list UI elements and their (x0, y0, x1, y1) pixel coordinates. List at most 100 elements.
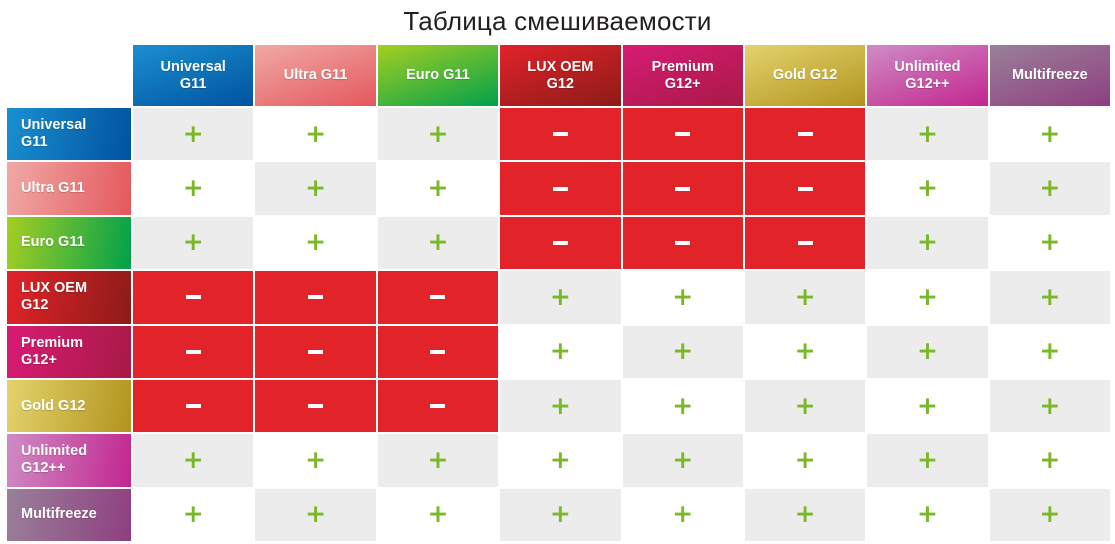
cell-euro-g11-x-premium-g12-plus (622, 216, 743, 270)
cell-euro-g11-x-universal-g11: + (133, 216, 254, 270)
compatible-plus-icon: + (549, 336, 571, 366)
cell-gold-g12-x-euro-g11 (377, 379, 499, 433)
page-title: Таблица смешиваемости (403, 6, 712, 36)
compatible-plus-icon: + (305, 173, 327, 203)
compatibility-table-page: Таблица смешиваемости Universal G11 Ultra… (0, 0, 1115, 544)
cell-multifreeze-x-lux-oem-g12: + (500, 488, 621, 541)
cell-premium-g12-plus-x-ultra-g11 (255, 325, 376, 378)
incompatible-minus-icon (308, 295, 324, 300)
row-header-unlimited-g12-plusplus: Unlimited G12++ (7, 434, 131, 487)
compatible-plus-icon: + (549, 281, 571, 311)
cell-universal-g11-x-euro-g11: + (377, 108, 499, 161)
compatible-plus-icon: + (1039, 444, 1061, 474)
cell-universal-g11-x-lux-oem-g12 (500, 108, 621, 161)
cell-lux-oem-g12-x-gold-g12: + (744, 271, 866, 324)
compatible-plus-icon: + (427, 444, 449, 474)
cell-universal-g11-x-premium-g12-plus (622, 108, 743, 161)
compatible-plus-icon: + (672, 336, 694, 366)
cell-unlimited-g12-plusplus-x-multifreeze: + (989, 434, 1110, 487)
cell-premium-g12-plus-x-unlimited-g12-plusplus: + (867, 325, 988, 378)
cell-gold-g12-x-premium-g12-plus: + (622, 379, 743, 433)
compatible-plus-icon: + (1039, 118, 1061, 148)
incompatible-minus-icon (430, 295, 446, 300)
cell-multifreeze-x-premium-g12-plus: + (622, 488, 743, 541)
compatible-plus-icon: + (427, 227, 449, 257)
cell-euro-g11-x-ultra-g11: + (255, 216, 376, 270)
column-header-lux-oem-g12: LUX OEM G12 (500, 45, 621, 106)
incompatible-minus-icon (185, 404, 201, 409)
cell-euro-g11-x-unlimited-g12-plusplus: + (867, 216, 988, 270)
compatible-plus-icon: + (427, 173, 449, 203)
compatible-plus-icon: + (1039, 336, 1061, 366)
compatible-plus-icon: + (794, 390, 816, 420)
incompatible-minus-icon (797, 240, 813, 245)
row-header-premium-g12-plus: Premium G12+ (7, 325, 131, 378)
cell-euro-g11-x-lux-oem-g12 (500, 216, 621, 270)
incompatible-minus-icon (185, 349, 201, 354)
compatible-plus-icon: + (1039, 281, 1061, 311)
cell-unlimited-g12-plusplus-x-gold-g12: + (744, 434, 866, 487)
row-header-ultra-g11: Ultra G11 (7, 162, 131, 215)
cell-gold-g12-x-universal-g11 (133, 379, 254, 433)
compatible-plus-icon: + (916, 444, 938, 474)
compatible-plus-icon: + (916, 390, 938, 420)
cell-ultra-g11-x-multifreeze: + (989, 162, 1110, 215)
compatible-plus-icon: + (305, 444, 327, 474)
cell-premium-g12-plus-x-euro-g11 (377, 325, 499, 378)
compatible-plus-icon: + (794, 336, 816, 366)
compatible-plus-icon: + (916, 499, 938, 529)
compatibility-matrix: Universal G11 Ultra G11 Euro G11 LUX OEM G1… (7, 45, 1110, 541)
cell-premium-g12-plus-x-gold-g12: + (744, 325, 866, 378)
incompatible-minus-icon (552, 240, 568, 245)
cell-gold-g12-x-multifreeze: + (989, 379, 1110, 433)
row-header-lux-oem-g12: LUX OEM G12 (7, 271, 131, 324)
compatible-plus-icon: + (305, 118, 327, 148)
incompatible-minus-icon (552, 186, 568, 191)
compatible-plus-icon: + (672, 390, 694, 420)
compatible-plus-icon: + (549, 390, 571, 420)
cell-lux-oem-g12-x-lux-oem-g12: + (500, 271, 621, 324)
column-header-gold-g12: Gold G12 (744, 45, 866, 106)
cell-ultra-g11-x-universal-g11: + (133, 162, 254, 215)
compatible-plus-icon: + (182, 118, 204, 148)
cell-ultra-g11-x-premium-g12-plus (622, 162, 743, 215)
cell-universal-g11-x-ultra-g11: + (255, 108, 376, 161)
cell-euro-g11-x-euro-g11: + (377, 216, 499, 270)
column-header-universal-g11: Universal G11 (133, 45, 254, 106)
row-header-universal-g11: Universal G11 (7, 108, 131, 161)
row-header-multifreeze: Multifreeze (7, 488, 131, 541)
cell-ultra-g11-x-gold-g12 (744, 162, 866, 215)
cell-lux-oem-g12-x-ultra-g11 (255, 271, 376, 324)
matrix-corner (7, 45, 131, 106)
compatible-plus-icon: + (794, 444, 816, 474)
compatible-plus-icon: + (1039, 173, 1061, 203)
cell-ultra-g11-x-lux-oem-g12 (500, 162, 621, 215)
row-header-euro-g11: Euro G11 (7, 216, 131, 270)
column-header-unlimited-g12-plusplus: Unlimited G12++ (867, 45, 988, 106)
compatible-plus-icon: + (182, 227, 204, 257)
row-header-gold-g12: Gold G12 (7, 379, 131, 433)
cell-universal-g11-x-unlimited-g12-plusplus: + (867, 108, 988, 161)
compatible-plus-icon: + (916, 281, 938, 311)
incompatible-minus-icon (430, 349, 446, 354)
incompatible-minus-icon (185, 295, 201, 300)
column-header-premium-g12-plus: Premium G12+ (622, 45, 743, 106)
cell-universal-g11-x-universal-g11: + (133, 108, 254, 161)
compatible-plus-icon: + (182, 499, 204, 529)
cell-unlimited-g12-plusplus-x-unlimited-g12-plusplus: + (867, 434, 988, 487)
compatible-plus-icon: + (916, 118, 938, 148)
compatible-plus-icon: + (916, 336, 938, 366)
cell-lux-oem-g12-x-universal-g11 (133, 271, 254, 324)
cell-euro-g11-x-gold-g12 (744, 216, 866, 270)
cell-ultra-g11-x-ultra-g11: + (255, 162, 376, 215)
cell-unlimited-g12-plusplus-x-premium-g12-plus: + (622, 434, 743, 487)
incompatible-minus-icon (552, 132, 568, 137)
compatible-plus-icon: + (672, 499, 694, 529)
compatible-plus-icon: + (672, 444, 694, 474)
compatible-plus-icon: + (427, 499, 449, 529)
cell-gold-g12-x-gold-g12: + (744, 379, 866, 433)
cell-unlimited-g12-plusplus-x-universal-g11: + (133, 434, 254, 487)
compatible-plus-icon: + (1039, 390, 1061, 420)
cell-lux-oem-g12-x-euro-g11 (377, 271, 499, 324)
cell-unlimited-g12-plusplus-x-euro-g11: + (377, 434, 499, 487)
